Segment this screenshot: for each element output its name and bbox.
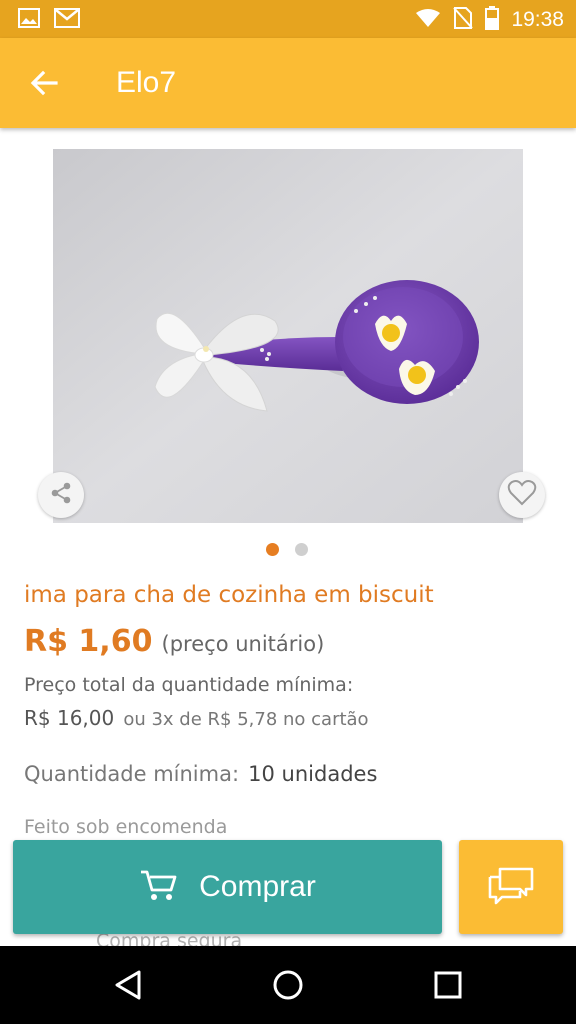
pager-dot[interactable] [295, 543, 308, 556]
battery-icon [485, 6, 500, 34]
nav-home-icon[interactable] [265, 962, 311, 1008]
gmail-icon [54, 8, 80, 32]
wifi-icon [415, 8, 441, 32]
total-price-label: Preço total da quantidade mínima: [24, 674, 354, 696]
navigation-bar [0, 946, 576, 1024]
clock: 19:38 [511, 8, 564, 31]
made-to-order-text: Feito sob encomenda [24, 816, 228, 838]
gallery-pager [266, 543, 308, 556]
unit-price: R$ 1,60 [24, 624, 153, 659]
buy-button-label: Comprar [199, 870, 316, 903]
status-bar: 19:38 [0, 0, 576, 38]
gallery-icon [18, 8, 40, 32]
cart-icon [139, 868, 179, 906]
price-row: R$ 1,60 (preço unitário) [24, 624, 324, 659]
buy-button[interactable]: Comprar [13, 840, 442, 934]
chat-icon [486, 865, 536, 909]
price-unit-label: (preço unitário) [161, 632, 325, 656]
chat-button[interactable] [459, 840, 563, 934]
no-sim-icon [453, 7, 474, 33]
app-title: Elo7 [116, 66, 177, 99]
minimum-quantity-label: Quantidade mínima: [24, 762, 240, 786]
heart-icon [507, 479, 537, 511]
share-icon [49, 481, 73, 509]
nav-back-icon[interactable] [105, 962, 151, 1008]
total-price-value: R$ 16,00 [24, 706, 115, 730]
minimum-quantity-row: Quantidade mínima: 10 unidades [24, 762, 377, 786]
pager-dot-active[interactable] [266, 543, 279, 556]
app-bar: Elo7 [0, 38, 576, 128]
product-image[interactable] [53, 149, 523, 523]
arrow-back-icon[interactable] [26, 65, 62, 101]
product-title: ima para cha de cozinha em biscuit [24, 582, 434, 608]
total-price-row: R$ 16,00 ou 3x de R$ 5,78 no cartão [24, 706, 369, 730]
favorite-button[interactable] [499, 472, 545, 518]
share-button[interactable] [38, 472, 84, 518]
minimum-quantity-value: 10 unidades [248, 762, 378, 786]
nav-recents-icon[interactable] [425, 962, 471, 1008]
installments-text: ou 3x de R$ 5,78 no cartão [123, 709, 369, 730]
